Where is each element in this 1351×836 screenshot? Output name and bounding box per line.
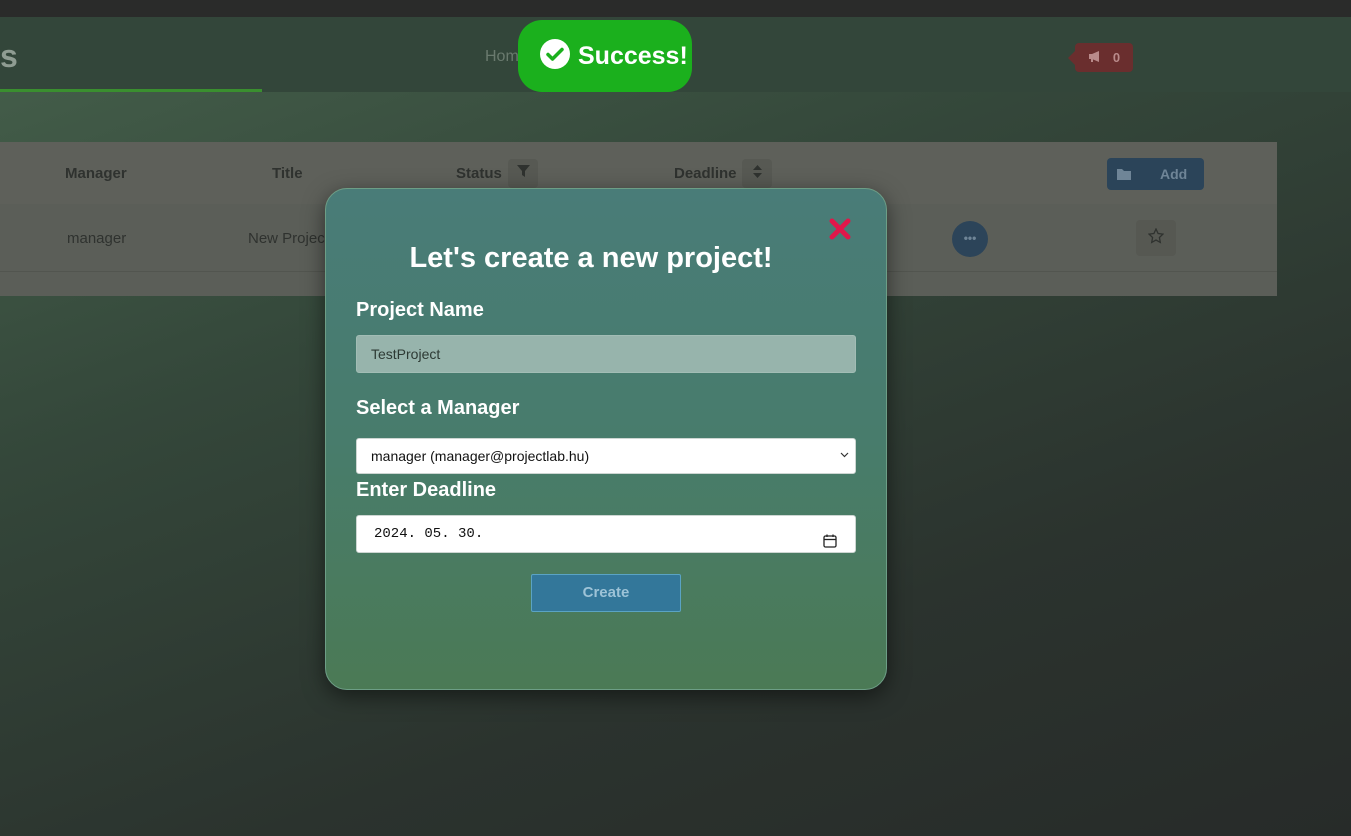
project-name-label: Project Name bbox=[356, 299, 484, 321]
megaphone-icon bbox=[1088, 50, 1103, 66]
modal-title: Let's create a new project! bbox=[409, 242, 773, 274]
project-name-input[interactable]: TestProject bbox=[356, 335, 856, 373]
star-icon bbox=[1147, 226, 1165, 249]
sort-icon bbox=[752, 164, 762, 183]
manager-label: Select a Manager bbox=[356, 397, 520, 419]
filter-icon bbox=[516, 164, 530, 183]
folder-icon bbox=[1117, 167, 1132, 183]
column-deadline: Deadline bbox=[674, 165, 737, 182]
calendar-icon[interactable] bbox=[823, 527, 837, 563]
chevron-down-icon bbox=[840, 439, 849, 473]
toast-text: Success! bbox=[578, 41, 688, 70]
more-icon: ••• bbox=[963, 231, 977, 245]
manager-selected-value: manager (manager@projectlab.hu) bbox=[371, 448, 590, 464]
deadline-value: 2024. 05. 30. bbox=[374, 526, 484, 542]
add-button-label: Add bbox=[1160, 166, 1188, 182]
browser-top-strip bbox=[0, 0, 1351, 17]
row-favorite-button[interactable] bbox=[1136, 220, 1176, 256]
column-status: Status bbox=[456, 165, 502, 182]
row-title: New Projec bbox=[248, 230, 325, 247]
row-more-button[interactable]: ••• bbox=[952, 221, 988, 257]
brand-underline bbox=[0, 89, 262, 92]
close-icon[interactable] bbox=[829, 218, 851, 240]
manager-select[interactable]: manager (manager@projectlab.hu) bbox=[356, 438, 856, 474]
create-project-modal: Let's create a new project! Project Name… bbox=[325, 188, 887, 690]
notifications-count: 0 bbox=[1112, 50, 1121, 65]
deadline-input[interactable]: 2024. 05. 30. bbox=[356, 515, 856, 553]
success-toast: Success! bbox=[518, 20, 692, 92]
row-manager: manager bbox=[67, 230, 127, 247]
nav-home-link[interactable]: Hom bbox=[485, 48, 519, 66]
status-filter-button[interactable] bbox=[508, 159, 538, 188]
deadline-sort-button[interactable] bbox=[742, 159, 772, 188]
add-project-button[interactable]: Add bbox=[1107, 158, 1204, 190]
notifications-button[interactable]: 0 bbox=[1068, 43, 1133, 72]
deadline-label: Enter Deadline bbox=[356, 479, 497, 501]
check-circle-icon bbox=[540, 38, 570, 74]
brand-title: s bbox=[0, 38, 18, 74]
create-button[interactable]: Create bbox=[531, 574, 681, 612]
column-title: Title bbox=[272, 165, 303, 182]
column-manager: Manager bbox=[65, 165, 127, 182]
